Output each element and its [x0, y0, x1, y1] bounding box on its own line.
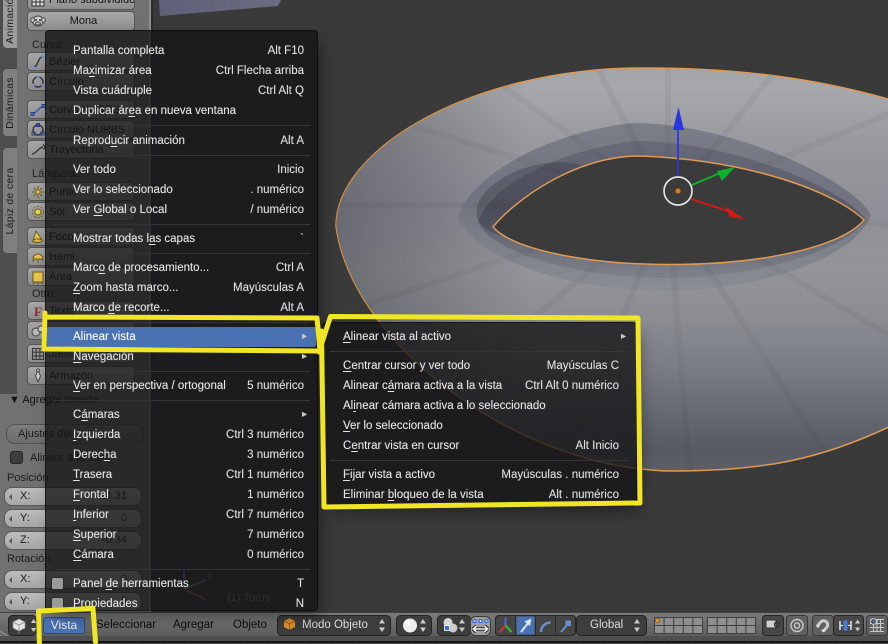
svg-text:F: F	[34, 304, 42, 319]
